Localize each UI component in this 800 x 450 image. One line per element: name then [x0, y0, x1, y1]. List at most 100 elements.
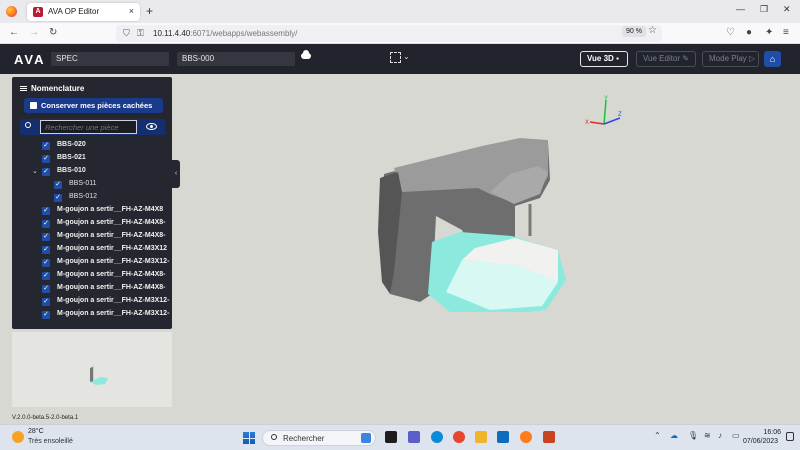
tree-item-label: M-goujon a sertir__FH-AZ-M4X8- — [57, 232, 166, 239]
expand-chevron-icon[interactable]: ⌄ — [32, 167, 38, 175]
visibility-checkbox[interactable]: ✓ — [42, 142, 50, 150]
weather-temp[interactable]: 28°C — [28, 428, 44, 435]
wifi-icon[interactable]: ≋ — [704, 431, 711, 440]
cloud-icon[interactable] — [301, 50, 311, 59]
visibility-checkbox[interactable]: ✓ — [54, 194, 62, 202]
search-icon[interactable] — [25, 122, 31, 128]
panel-title: Nomenclature — [20, 84, 84, 93]
new-tab-button[interactable]: + — [146, 4, 153, 18]
tree-item[interactable]: ✓ M-goujon a sertir__FH-AZ-M4X8- — [12, 270, 172, 283]
pocket-icon[interactable]: ♡ — [726, 27, 735, 38]
visibility-checkbox[interactable]: ✓ — [42, 220, 50, 228]
extensions-icon[interactable]: ✦ — [765, 27, 773, 38]
visibility-checkbox[interactable]: ✓ — [42, 155, 50, 163]
visibility-checkbox[interactable]: ✓ — [42, 298, 50, 306]
visibility-checkbox[interactable]: ✓ — [42, 246, 50, 254]
tree-item[interactable]: ✓ BBS-021 — [12, 153, 172, 166]
bookmark-star-icon[interactable]: ☆ — [648, 25, 657, 36]
url-text[interactable]: 10.11.4.40:6071/webapps/webassembly/ — [153, 29, 297, 38]
tree-item[interactable]: ✓ M-goujon a sertir__FH-AZ-M3X12- — [12, 296, 172, 309]
restore-icon[interactable]: ❐ — [760, 4, 768, 15]
visibility-checkbox[interactable]: ✓ — [54, 181, 62, 189]
windows-taskbar: 28°C Très ensoleillé Rechercher ⌃ ☁ 🎙 ≋ … — [0, 424, 800, 450]
weather-status[interactable]: Très ensoleillé — [28, 438, 73, 445]
menu-icon[interactable]: ≡ — [783, 27, 789, 38]
file-explorer-icon[interactable] — [475, 431, 487, 443]
spec-field[interactable]: SPEC — [51, 52, 169, 66]
onedrive-icon[interactable]: ☁ — [670, 431, 678, 440]
lock-icon[interactable]: ⚿ — [137, 28, 144, 39]
tree-item-label: BBS-012 — [69, 193, 98, 200]
reference-field[interactable]: BBS-000 — [177, 52, 295, 66]
keep-hidden-parts-button[interactable]: Conserver mes pièces cachées — [24, 98, 163, 113]
battery-icon[interactable]: ▭ — [732, 431, 740, 440]
tab-close-icon[interactable]: × — [129, 6, 134, 16]
hamburger-icon[interactable] — [20, 86, 27, 92]
close-window-icon[interactable]: ✕ — [783, 4, 791, 15]
vue-editor-button[interactable]: Vue Editor ✎ — [636, 51, 696, 67]
mode-play-button[interactable]: Mode Play ▷ — [702, 51, 759, 67]
chevron-up-icon[interactable]: ⌃ — [654, 431, 661, 440]
axis-x-label: X — [585, 120, 589, 126]
tree-item[interactable]: ✓ BBS-012 — [12, 192, 172, 205]
back-icon[interactable]: ← — [9, 27, 19, 38]
speaker-icon[interactable]: ♪ — [718, 431, 722, 440]
vue-3d-button[interactable]: Vue 3D ▪ — [580, 51, 628, 67]
teams-icon[interactable] — [408, 431, 420, 443]
bing-icon — [361, 433, 371, 443]
visibility-checkbox[interactable]: ✓ — [42, 285, 50, 293]
focus-frame-icon[interactable] — [390, 52, 401, 63]
reload-icon[interactable]: ↻ — [49, 27, 57, 38]
outlook-icon[interactable] — [497, 431, 509, 443]
visibility-checkbox[interactable]: ✓ — [42, 207, 50, 215]
collapse-panel-button[interactable]: ‹ — [172, 160, 180, 188]
account-icon[interactable]: ● — [746, 27, 752, 38]
tree-item[interactable]: ✓ M-goujon a sertir__FH-AZ-M4X8- — [12, 283, 172, 296]
notification-icon[interactable] — [786, 432, 794, 441]
tree-item[interactable]: ✓ M-goujon a sertir__FH-AZ-M4X8- — [12, 218, 172, 231]
url-bar[interactable]: ⛉ ⚿ 10.11.4.40:6071/webapps/webassembly/ — [116, 25, 662, 42]
part-search-row — [20, 119, 165, 135]
minimize-icon[interactable]: — — [736, 4, 745, 14]
tree-item[interactable]: ✓ M-goujon a sertir__FH-AZ-M4X8- — [12, 231, 172, 244]
clock-time[interactable]: 16:06 — [759, 429, 781, 436]
3d-model[interactable] — [370, 132, 570, 312]
tree-item[interactable]: ⌄ ✓ BBS-010 — [12, 166, 172, 179]
mode-play-label: Mode Play — [709, 54, 747, 63]
vue-3d-label: Vue 3D — [587, 54, 614, 63]
clock-date[interactable]: 07/06/2023 — [743, 438, 778, 445]
eye-icon[interactable] — [146, 123, 157, 130]
home-button[interactable]: ⌂ — [764, 51, 781, 67]
sun-icon[interactable] — [12, 431, 24, 443]
panel-title-text: Nomenclature — [31, 84, 85, 93]
tree-item[interactable]: ✓ M-goujon a sertir__FH-AZ-M3X12- — [12, 309, 172, 322]
minimap[interactable] — [12, 332, 172, 407]
powerpoint-icon[interactable] — [543, 431, 555, 443]
task-view-icon[interactable] — [385, 431, 397, 443]
pencil-icon: ✎ — [682, 54, 689, 63]
browser-tab[interactable]: A AVA OP Editor × — [27, 3, 140, 21]
taskbar-search[interactable]: Rechercher — [262, 430, 376, 446]
windows-start-icon[interactable] — [243, 432, 255, 444]
firefox-taskbar-icon[interactable] — [520, 431, 532, 443]
tree-item[interactable]: ✓ M-goujon a sertir__FH-AZ-M3X12- — [12, 257, 172, 270]
tree-item[interactable]: ✓ M-goujon a sertir__FH-AZ-M3X12 — [12, 244, 172, 257]
forward-icon[interactable]: → — [29, 27, 39, 38]
part-search-input[interactable] — [40, 120, 137, 134]
firefox-icon[interactable] — [6, 6, 17, 17]
tree-item[interactable]: ✓ BBS-020 — [12, 140, 172, 153]
edge-icon[interactable] — [431, 431, 443, 443]
visibility-checkbox[interactable]: ✓ — [42, 272, 50, 280]
visibility-checkbox[interactable]: ✓ — [42, 233, 50, 241]
shield-icon[interactable]: ⛉ — [123, 28, 130, 39]
zoom-level[interactable]: 90 % — [622, 26, 646, 37]
browser-navbar: ← → ↻ ⛉ ⚿ 10.11.4.40:6071/webapps/webass… — [0, 23, 800, 44]
visibility-checkbox[interactable]: ✓ — [42, 168, 50, 176]
chevron-down-icon[interactable]: ⌄ — [403, 52, 410, 61]
visibility-checkbox[interactable]: ✓ — [42, 259, 50, 267]
tree-item[interactable]: ✓ BBS-011 — [12, 179, 172, 192]
visibility-checkbox[interactable]: ✓ — [42, 311, 50, 319]
chrome-icon[interactable] — [453, 431, 465, 443]
microphone-icon[interactable]: 🎙 — [688, 431, 698, 440]
tree-item[interactable]: ✓ M-goujon a sertir__FH-AZ-M4X8 — [12, 205, 172, 218]
